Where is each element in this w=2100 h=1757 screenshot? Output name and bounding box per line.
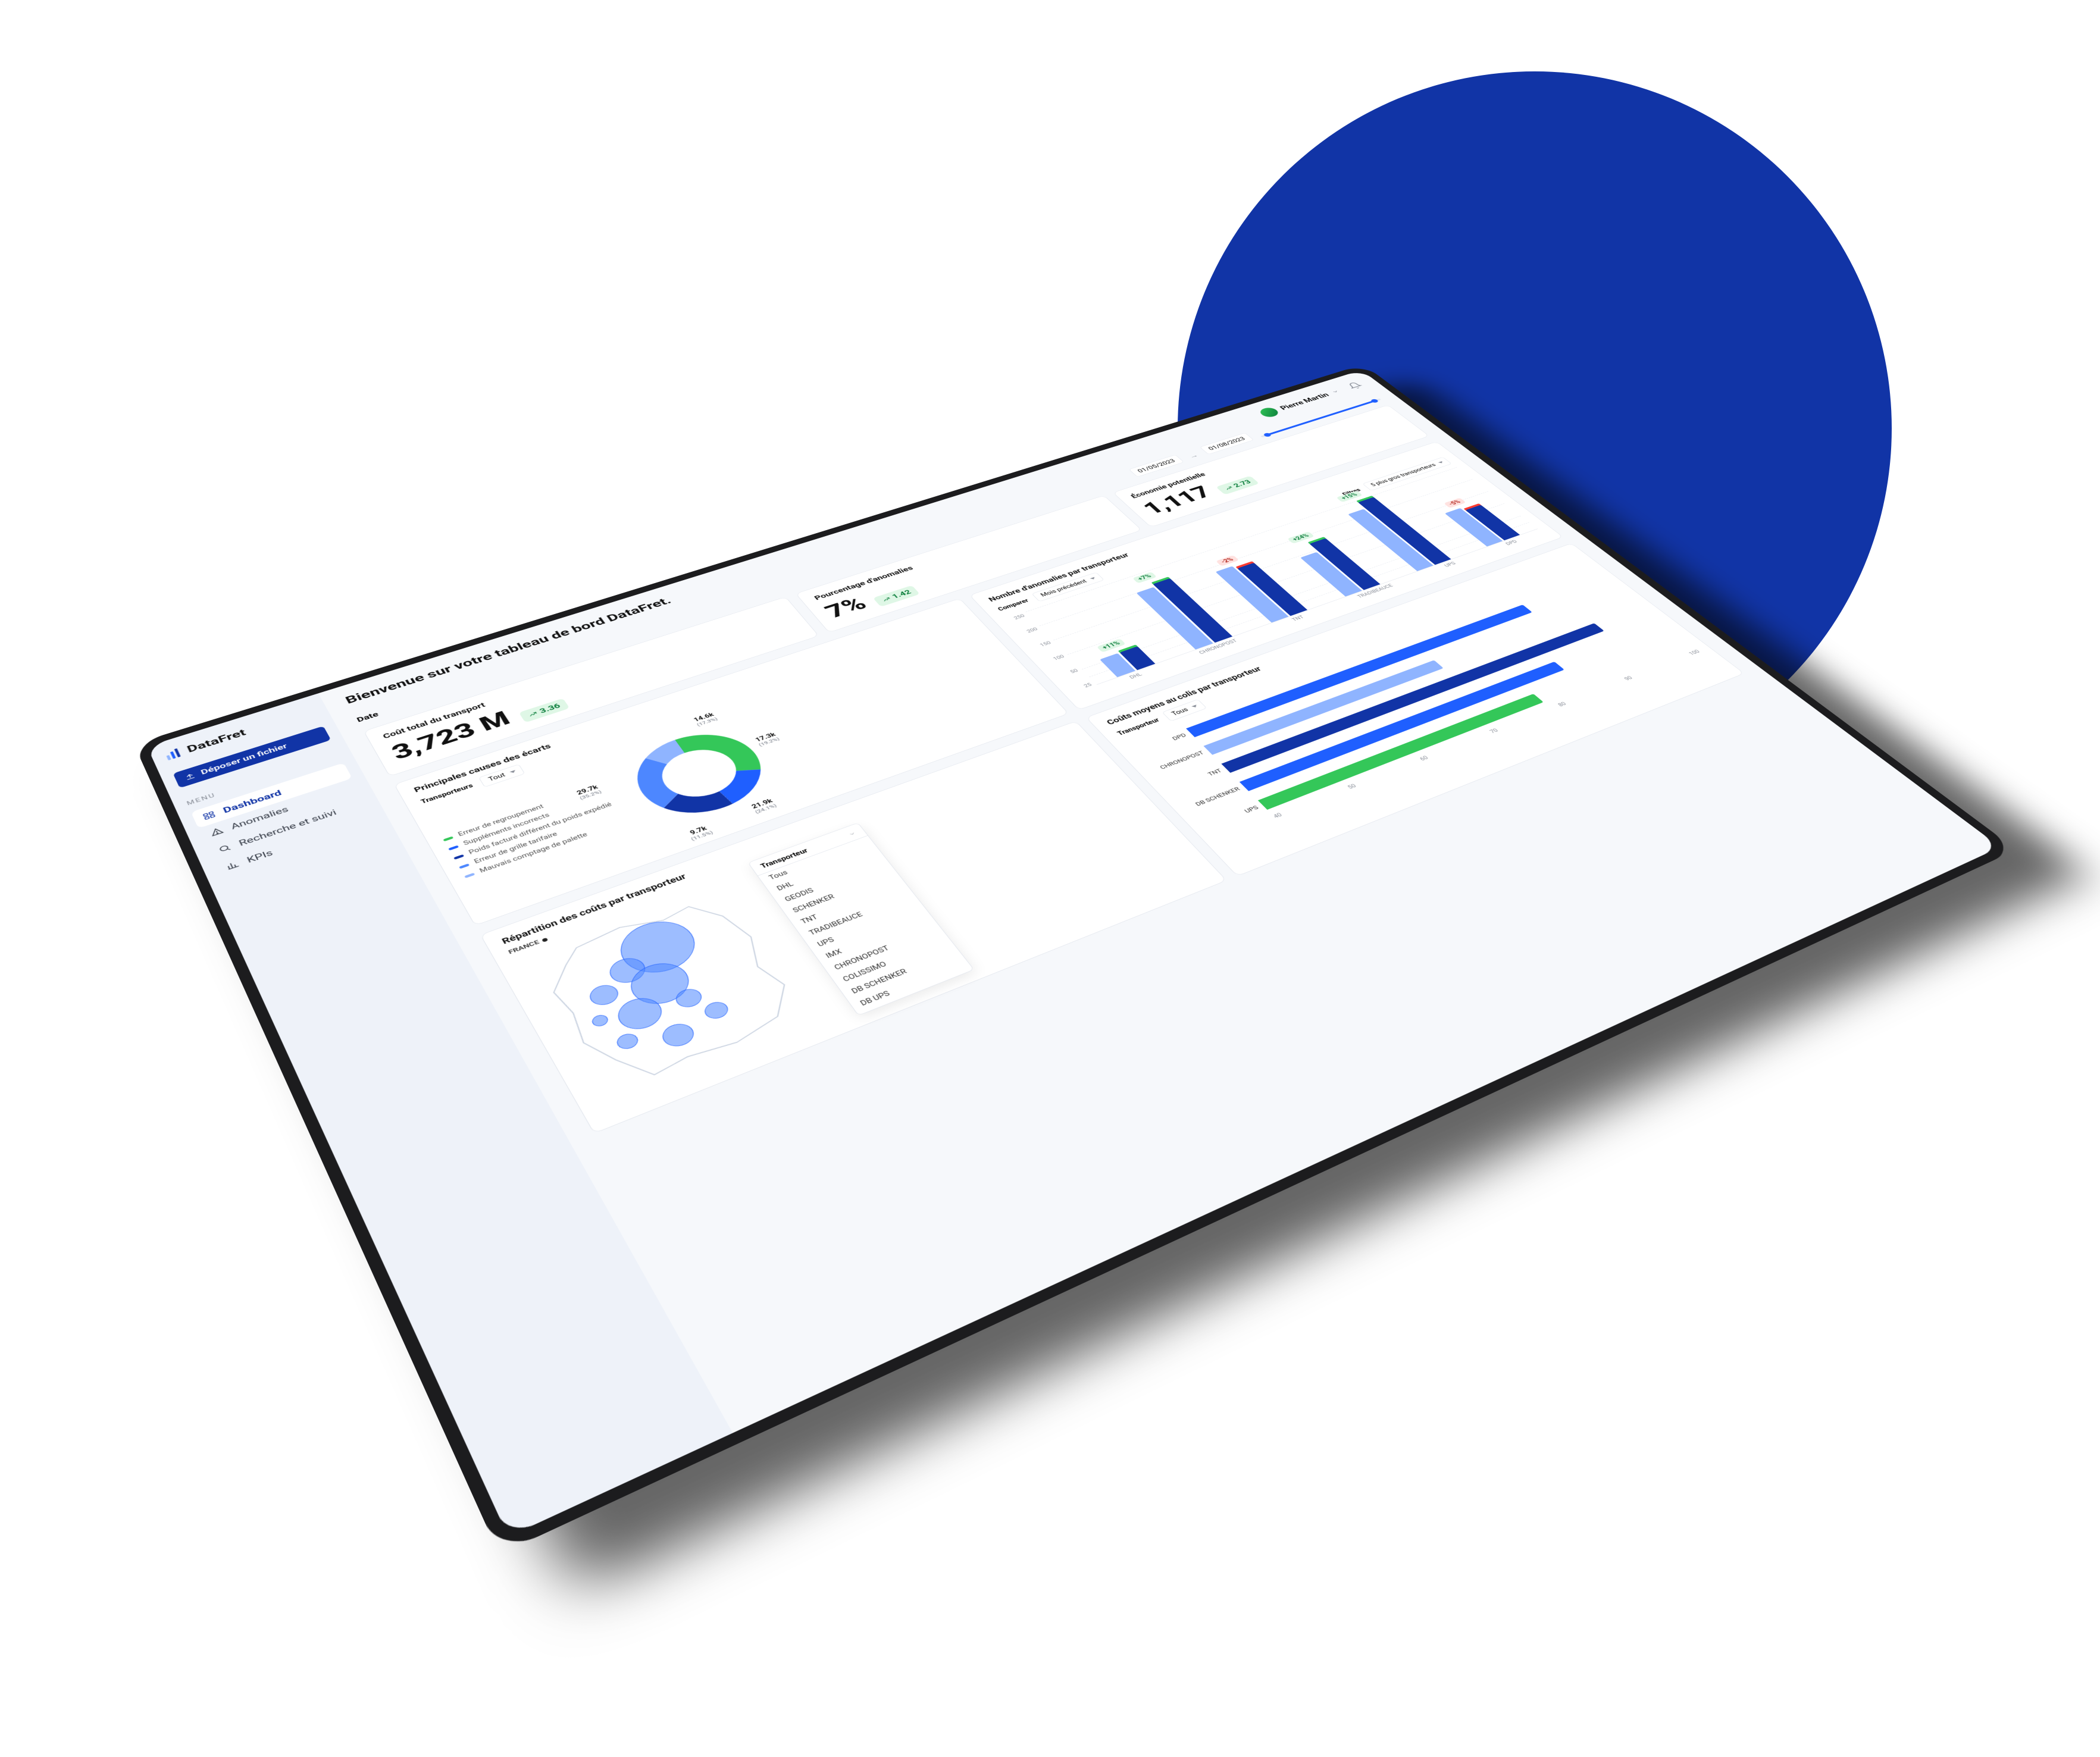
- donut-value-label: 9.7k(11.5%): [686, 824, 713, 841]
- carrier-dropdown-open[interactable]: Transporteur TousDHLGEODISSCHENKERTNTTRA…: [747, 822, 974, 1016]
- dropdown-option[interactable]: GEODIS: [774, 856, 893, 908]
- trend-badge: 2.73: [1216, 475, 1259, 494]
- map-bubble: [605, 954, 650, 986]
- avatar: [1257, 406, 1281, 418]
- dropdown-option[interactable]: DB SCHENKER: [840, 944, 963, 1001]
- trend-badge: 3.36: [518, 698, 569, 722]
- dropdown-option[interactable]: TRADIBEAUCE: [797, 888, 918, 942]
- donut-value-label: 21.9k(24.1%): [750, 797, 778, 815]
- trend-up-icon: [1223, 485, 1234, 491]
- map-bubble: [622, 956, 697, 1011]
- hbar-label: DPD: [1134, 732, 1187, 754]
- hbar-row: [1239, 621, 1669, 791]
- legend-swatch: [443, 836, 453, 841]
- dropdown-option[interactable]: TNT: [790, 878, 910, 931]
- france-outline: [534, 891, 806, 1091]
- trend-up-icon: [527, 710, 539, 718]
- bar-group: +7%: [1123, 569, 1232, 650]
- hbar-label: CHRONOPOST: [1151, 750, 1205, 773]
- bell-icon: [1345, 381, 1364, 390]
- bar-group: +24%: [1281, 529, 1380, 596]
- chevron-down-icon: [1330, 389, 1341, 394]
- dropdown-option[interactable]: COLISSIMO: [831, 933, 954, 989]
- sidebar-item-label: Recherche et suivi: [237, 807, 337, 847]
- donut-slice: [623, 753, 691, 811]
- sidebar-item-label: KPIs: [245, 848, 274, 865]
- notifications-button[interactable]: [1345, 381, 1364, 390]
- trend-badge: 1.42: [872, 585, 919, 606]
- donut-slice: [658, 781, 733, 824]
- map-bubble: [586, 982, 621, 1008]
- dot-icon: [542, 937, 548, 942]
- map-region-picker[interactable]: FRANCE: [507, 869, 734, 956]
- dropdown-option[interactable]: SCHENKER: [781, 867, 901, 919]
- hbar-label: TNT: [1169, 768, 1223, 791]
- arrow-right-icon: →: [1187, 452, 1200, 459]
- upload-icon: [183, 772, 196, 781]
- chart-icon: [224, 860, 240, 871]
- bar-group: -2%: [1206, 552, 1307, 622]
- dropdown-option[interactable]: DHL: [765, 846, 884, 898]
- date-filter-label: Date: [355, 710, 380, 724]
- delta-badge: -5%: [1443, 497, 1466, 508]
- brand-name: DataFret: [185, 727, 248, 754]
- chevron-down-icon: [847, 831, 856, 837]
- dropdown-option[interactable]: DB UPS: [849, 956, 972, 1013]
- france-bubble-map: [512, 876, 834, 1107]
- trend-up-icon: [880, 596, 891, 602]
- dropdown-option[interactable]: Tous: [758, 835, 875, 887]
- delta-badge: -2%: [1215, 555, 1238, 566]
- brand-bars-icon: [163, 747, 184, 762]
- kpi-value: 1,117: [1137, 482, 1217, 518]
- sidebar: DataFret Déposer un fichier MENU Dashboa…: [146, 693, 732, 1537]
- bar-group: -5%: [1435, 494, 1520, 546]
- legend-swatch: [464, 872, 475, 878]
